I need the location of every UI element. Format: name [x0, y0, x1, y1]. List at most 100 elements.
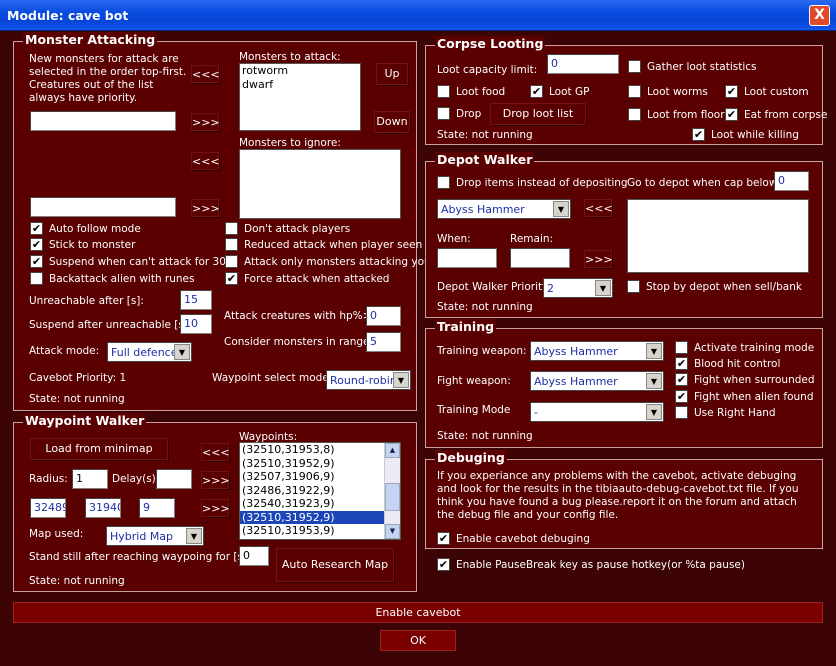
loot-gp-checkbox[interactable]: ✔ Loot GP	[530, 85, 589, 98]
waypoints-list[interactable]: (32510,31953,8) (32510,31952,9) (32507,3…	[239, 442, 401, 540]
checkbox-box[interactable]	[675, 341, 688, 354]
attack-only-attacking-checkbox[interactable]: Attack only monsters attacking you	[225, 255, 431, 268]
checkbox-box[interactable]	[628, 60, 641, 73]
z-coordinate-input[interactable]: 9	[139, 498, 175, 518]
backattack-checkbox[interactable]: Backattack alien with runes	[30, 272, 195, 285]
chevron-down-icon[interactable]: ▼	[393, 372, 409, 388]
list-item[interactable]: (32510,31952,9)	[240, 457, 384, 471]
waypoint-add-button[interactable]: <<<	[201, 443, 230, 461]
new-ignore-monster-input[interactable]	[30, 197, 176, 217]
new-attack-monster-input[interactable]	[30, 111, 176, 131]
add-ignore-monster-button[interactable]: <<<	[191, 152, 220, 170]
go-to-depot-input[interactable]: 0	[774, 171, 809, 191]
waypoint-remove-button[interactable]: >>>	[201, 499, 230, 517]
reduced-attack-checkbox[interactable]: Reduced attack when player seen	[225, 238, 422, 251]
scroll-up-icon[interactable]: ▲	[385, 443, 400, 458]
enable-debug-checkbox[interactable]: ✔ Enable cavebot debuging	[437, 532, 590, 545]
checkbox-box[interactable]: ✔	[530, 85, 543, 98]
loot-capacity-input[interactable]: 0	[547, 54, 619, 74]
checkbox-box[interactable]	[437, 107, 450, 120]
checkbox-box[interactable]: ✔	[675, 373, 688, 386]
chevron-down-icon[interactable]: ▼	[186, 528, 202, 544]
list-item[interactable]: (32540,31923,9)	[240, 497, 384, 511]
checkbox-box[interactable]	[225, 238, 238, 251]
map-used-select[interactable]: Hybrid Map ▼	[106, 526, 204, 546]
when-input[interactable]	[437, 248, 497, 268]
add-attack-monster-button[interactable]: <<<	[191, 65, 220, 83]
stop-by-depot-checkbox[interactable]: Stop by depot when sell/bank	[627, 280, 802, 293]
training-mode-select[interactable]: - ▼	[530, 402, 664, 422]
checkbox-box[interactable]	[675, 406, 688, 419]
list-item[interactable]: (32510,31953,8)	[240, 443, 384, 457]
consider-range-input[interactable]: 5	[366, 332, 401, 352]
pausebreak-checkbox[interactable]: ✔ Enable PauseBreak key as pause hotkey(o…	[437, 558, 745, 571]
checkbox-box[interactable]: ✔	[30, 238, 43, 251]
suspend-checkbox[interactable]: ✔ Suspend when can't attack for 30s	[30, 255, 231, 268]
fight-alien-checkbox[interactable]: ✔ Fight when alien found	[675, 390, 813, 403]
eat-from-corpse-checkbox[interactable]: ✔ Eat from corpse	[725, 108, 827, 121]
x-coordinate-input[interactable]: 32489	[30, 498, 66, 518]
remove-ignore-monster-button[interactable]: >>>	[191, 199, 220, 217]
chevron-down-icon[interactable]: ▼	[553, 201, 569, 217]
drop-items-checkbox[interactable]: Drop items instead of depositing	[437, 176, 628, 189]
training-weapon-select[interactable]: Abyss Hammer ▼	[530, 341, 664, 361]
dont-attack-players-checkbox[interactable]: Don't attack players	[225, 222, 350, 235]
checkbox-box[interactable]: ✔	[30, 222, 43, 235]
checkbox-box[interactable]: ✔	[225, 272, 238, 285]
list-item-selected[interactable]: (32510,31952,9)	[240, 510, 384, 524]
chevron-down-icon[interactable]: ▼	[646, 343, 662, 359]
ok-button[interactable]: OK	[380, 630, 456, 651]
gather-loot-checkbox[interactable]: Gather loot statistics	[628, 60, 756, 73]
checkbox-box[interactable]	[628, 85, 641, 98]
checkbox-box[interactable]: ✔	[437, 532, 450, 545]
suspend-after-input[interactable]: 10	[180, 314, 212, 334]
enable-cavebot-button[interactable]: Enable cavebot	[13, 602, 823, 623]
radius-input[interactable]: 1	[72, 469, 108, 489]
fight-surrounded-checkbox[interactable]: ✔ Fight when surrounded	[675, 373, 815, 386]
attack-mode-select[interactable]: Full defence ▼	[107, 342, 192, 362]
loot-from-floor-checkbox[interactable]: Loot from floor	[628, 108, 725, 121]
checkbox-box[interactable]: ✔	[675, 357, 688, 370]
stick-to-monster-checkbox[interactable]: ✔ Stick to monster	[30, 238, 135, 251]
remain-input[interactable]	[510, 248, 570, 268]
depot-remove-item-button[interactable]: >>>	[584, 250, 613, 268]
list-item[interactable]: (32510,31953,9)	[240, 524, 384, 538]
checkbox-box[interactable]: ✔	[675, 390, 688, 403]
drop-loot-list-button[interactable]: Drop loot list	[490, 103, 586, 125]
chevron-down-icon[interactable]: ▼	[595, 280, 611, 296]
loot-worms-checkbox[interactable]: Loot worms	[628, 85, 708, 98]
depot-items-list[interactable]	[627, 199, 809, 273]
list-item[interactable]: (32507,31906,9)	[240, 470, 384, 484]
y-coordinate-input[interactable]: 31940	[85, 498, 121, 518]
checkbox-box[interactable]: ✔	[725, 85, 738, 98]
list-item[interactable]: dwarf	[240, 78, 360, 92]
auto-follow-checkbox[interactable]: ✔ Auto follow mode	[30, 222, 141, 235]
drop-checkbox[interactable]: Drop	[437, 107, 481, 120]
chevron-down-icon[interactable]: ▼	[646, 404, 662, 420]
checkbox-box[interactable]	[627, 280, 640, 293]
depot-item-select[interactable]: Abyss Hammer ▼	[437, 199, 571, 219]
checkbox-box[interactable]	[225, 222, 238, 235]
force-attack-checkbox[interactable]: ✔ Force attack when attacked	[225, 272, 389, 285]
waypoints-scrollbar[interactable]: ▲ ▼	[384, 443, 400, 539]
waypoint-insert-button[interactable]: >>>	[201, 471, 230, 489]
unreachable-input[interactable]: 15	[180, 290, 212, 310]
attack-hp-input[interactable]: 0	[366, 306, 401, 326]
scroll-down-icon[interactable]: ▼	[385, 524, 400, 539]
attack-monster-list[interactable]: rotworm dwarf	[239, 63, 361, 131]
scroll-thumb[interactable]	[385, 483, 400, 511]
fight-weapon-select[interactable]: Abyss Hammer ▼	[530, 371, 664, 391]
list-item[interactable]: (32486,31922,9)	[240, 484, 384, 498]
list-item[interactable]: rotworm	[240, 64, 360, 78]
move-up-button[interactable]: Up	[376, 63, 408, 85]
remove-attack-monster-button[interactable]: >>>	[191, 113, 220, 131]
close-button[interactable]: X	[809, 5, 830, 26]
checkbox-box[interactable]: ✔	[437, 558, 450, 571]
loot-food-checkbox[interactable]: Loot food	[437, 85, 505, 98]
use-right-hand-checkbox[interactable]: Use Right Hand	[675, 406, 776, 419]
waypoint-mode-select[interactable]: Round-robin ▼	[326, 370, 411, 390]
checkbox-box[interactable]	[437, 85, 450, 98]
checkbox-box[interactable]	[437, 176, 450, 189]
checkbox-box[interactable]: ✔	[725, 108, 738, 121]
checkbox-box[interactable]	[30, 272, 43, 285]
